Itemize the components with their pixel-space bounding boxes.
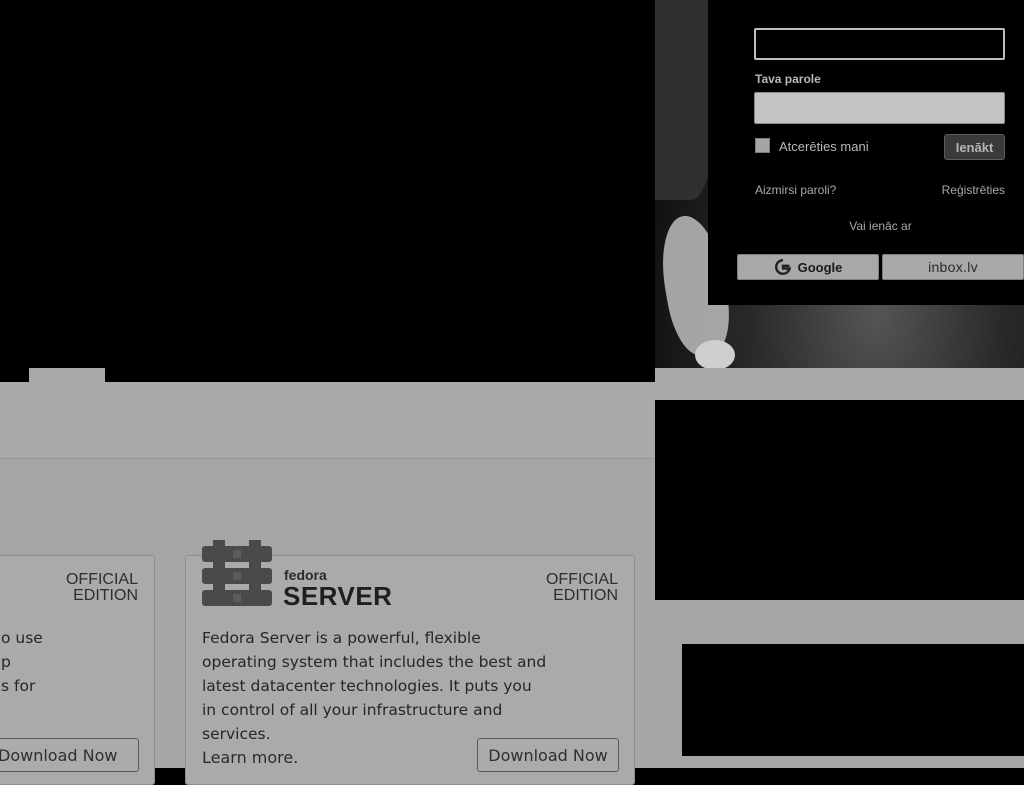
nav-bar (0, 382, 655, 459)
badge-line2: EDITION (73, 587, 138, 604)
learn-more-link[interactable]: Learn more. (202, 748, 298, 767)
username-input[interactable] (754, 28, 1005, 60)
forgot-password-link[interactable]: Aizmirsi paroli? (755, 183, 836, 197)
google-login-button[interactable]: Google (737, 254, 879, 280)
register-link[interactable]: Reģistrēties (942, 183, 1005, 197)
inbox-login-button[interactable]: inbox.lv (882, 254, 1024, 280)
badge-line1: OFFICIAL (65, 571, 138, 588)
fedora-server-icon (202, 540, 272, 606)
remember-me-label[interactable]: Atcerēties mani (779, 139, 869, 154)
login-panel: Tava parole Atcerēties mani Ienākt Aizmi… (708, 0, 1024, 305)
password-input[interactable] (754, 92, 1005, 124)
right-ad-box (655, 400, 1024, 600)
or-login-with-label: Vai ienāc ar (849, 219, 912, 233)
password-label: Tava parole (755, 72, 821, 86)
google-g-icon (774, 258, 791, 275)
official-edition-badge: OFFICIAL EDITION (66, 572, 138, 604)
right-ad-box-2 (682, 644, 1024, 756)
brand-server: SERVER (283, 581, 393, 611)
download-now-button[interactable]: Download Now (477, 738, 619, 772)
edition-description: Fedora Server is a powerful, flexible op… (202, 629, 547, 743)
official-edition-badge: OFFICIAL EDITION (546, 572, 618, 604)
edition-card-left: OFFICIAL EDITION o use p s for Download … (0, 555, 155, 785)
remember-me-checkbox[interactable] (755, 138, 770, 153)
badge-line1: OFFICIAL (545, 571, 618, 588)
right-gray-strip (655, 368, 1024, 400)
badge-line2: EDITION (553, 587, 618, 604)
inbox-logo: inbox.lv (928, 259, 978, 275)
download-now-button[interactable]: Download Now (0, 738, 139, 772)
edition-description: o use p s for (1, 629, 43, 695)
login-button[interactable]: Ienākt (944, 134, 1005, 160)
google-label: Google (797, 259, 843, 275)
